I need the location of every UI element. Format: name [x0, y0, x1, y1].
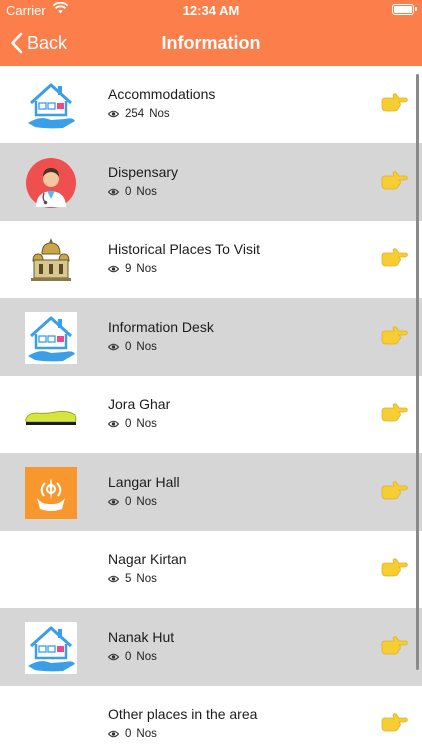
battery-icon	[392, 4, 417, 15]
pointing-hand-icon[interactable]	[380, 713, 408, 735]
eye-icon	[108, 343, 119, 350]
status-bar: Carrier 12:34 AM	[0, 0, 422, 22]
house-hand-icon	[25, 621, 77, 674]
doctor-icon	[25, 157, 77, 209]
list-item-other-places[interactable]: Other places in the area 0 Nos	[0, 686, 422, 750]
item-count: 0	[125, 728, 132, 740]
list-item-information-desk[interactable]: Information Desk 0 Nos	[0, 298, 422, 376]
item-unit: Nos	[136, 340, 157, 353]
item-count: 0	[125, 650, 132, 663]
list-item-dispensary[interactable]: Dispensary 0 Nos	[0, 143, 422, 221]
list-item-langar-hall[interactable]: Langar Hall 0 Nos	[0, 453, 422, 531]
eye-icon	[108, 498, 119, 505]
item-count: 0	[125, 418, 132, 430]
information-list: Accommodations 254 Nos Dispensary 0 Nos …	[0, 66, 422, 750]
item-unit: Nos	[136, 495, 157, 508]
item-unit: Nos	[136, 650, 157, 663]
item-views: 9 Nos	[108, 263, 157, 275]
item-label: Jora Ghar	[108, 396, 171, 412]
house-hand-icon	[25, 79, 77, 131]
item-count: 0	[125, 340, 132, 353]
pointing-hand-icon[interactable]	[380, 248, 408, 270]
item-count: 0	[125, 185, 132, 198]
item-views: 254 Nos	[108, 108, 170, 120]
item-unit: Nos	[136, 263, 157, 275]
item-label: Dispensary	[108, 163, 179, 180]
navigation-bar: Carrier 12:34 AM Back Information	[0, 0, 422, 66]
item-count: 254	[125, 108, 145, 120]
item-label: Information Desk	[108, 318, 214, 335]
list-item-nanak-hut[interactable]: Nanak Hut 0 Nos	[0, 608, 422, 686]
item-views: 0 Nos	[108, 186, 157, 198]
list-item-accommodations[interactable]: Accommodations 254 Nos	[0, 66, 422, 144]
item-views: 0 Nos	[108, 496, 157, 508]
pointing-hand-icon[interactable]	[380, 325, 408, 348]
item-views: 0 Nos	[108, 418, 157, 430]
item-views: 0 Nos	[108, 341, 157, 353]
pointing-hand-icon[interactable]	[380, 93, 408, 115]
item-label: Nanak Hut	[108, 628, 175, 645]
khanda-hands-icon	[25, 466, 77, 519]
house-hand-icon	[25, 311, 77, 364]
pointing-hand-icon[interactable]	[380, 558, 408, 580]
item-unit: Nos	[136, 418, 157, 430]
item-unit: Nos	[136, 573, 157, 585]
item-label: Accommodations	[108, 86, 216, 102]
pointing-hand-icon[interactable]	[380, 403, 408, 425]
list-item-historical-places[interactable]: Historical Places To Visit 9 Nos	[0, 221, 422, 299]
item-label: Historical Places To Visit	[108, 241, 260, 257]
item-unit: Nos	[149, 108, 170, 120]
item-views: 5 Nos	[108, 573, 157, 585]
item-count: 9	[125, 263, 132, 275]
item-views: 0 Nos	[108, 728, 157, 740]
pointing-hand-icon[interactable]	[380, 635, 408, 658]
item-unit: Nos	[136, 728, 157, 740]
eye-icon	[108, 265, 119, 273]
shoe-icon	[25, 389, 77, 441]
eye-icon	[108, 110, 119, 118]
scrollbar[interactable]	[416, 74, 419, 670]
list-item-jora-ghar[interactable]: Jora Ghar 0 Nos	[0, 376, 422, 454]
item-count: 5	[125, 573, 132, 585]
item-label: Other places in the area	[108, 706, 258, 722]
status-time: 12:34 AM	[182, 3, 240, 18]
eye-icon	[108, 575, 119, 583]
item-views: 0 Nos	[108, 651, 157, 663]
list-item-nagar-kirtan[interactable]: Nagar Kirtan 5 Nos	[0, 531, 422, 609]
pointing-hand-icon[interactable]	[380, 170, 408, 193]
eye-icon	[108, 188, 119, 195]
pointing-hand-icon[interactable]	[380, 480, 408, 503]
item-label: Langar Hall	[108, 473, 180, 490]
item-label: Nagar Kirtan	[108, 551, 187, 567]
item-unit: Nos	[136, 185, 157, 198]
eye-icon	[108, 653, 119, 660]
eye-icon	[108, 420, 119, 428]
item-count: 0	[125, 495, 132, 508]
eye-icon	[108, 730, 119, 738]
page-title: Information	[161, 33, 261, 53]
gurdwara-icon	[25, 234, 77, 286]
